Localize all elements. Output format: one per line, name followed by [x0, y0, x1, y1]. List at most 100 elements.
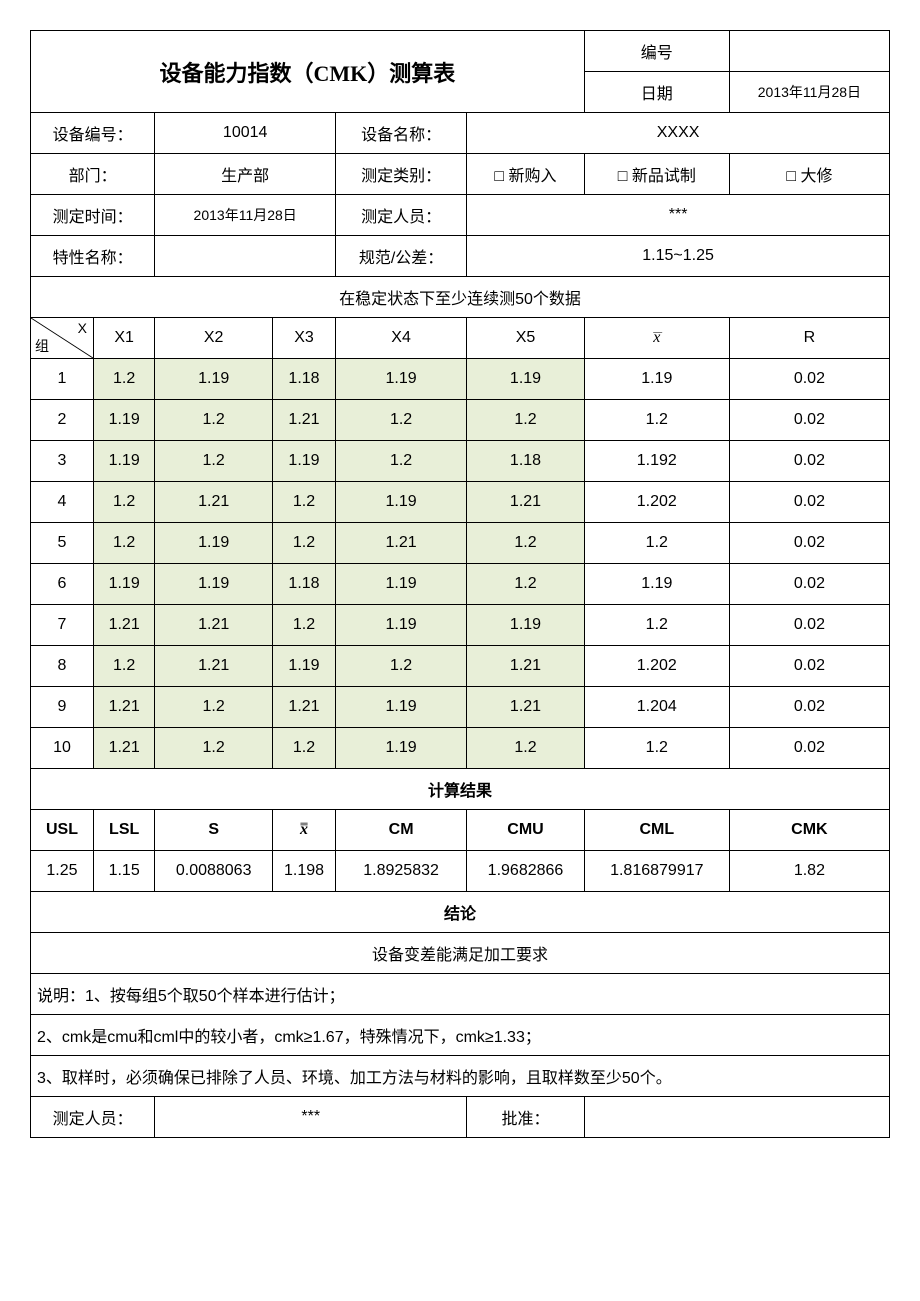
col-x4: X4	[336, 318, 467, 359]
cell-x5: 1.2	[467, 728, 585, 769]
footer-approve-label: 批准：	[467, 1097, 585, 1138]
footer-approve-value	[584, 1097, 889, 1138]
cmk-table: 设备能力指数（CMK）测算表 编号 日期 2013年11月28日 设备编号： 1…	[30, 30, 890, 1138]
meas-type-label: 测定类别：	[336, 154, 467, 195]
cell-x1: 1.2	[93, 523, 154, 564]
cell-x2: 1.19	[155, 523, 273, 564]
val-usl: 1.25	[31, 851, 94, 892]
cell-xb: 1.204	[584, 687, 729, 728]
opt-new: □ 新购入	[467, 154, 585, 195]
cell-r: 0.02	[729, 728, 889, 769]
cell-x4: 1.19	[336, 482, 467, 523]
hdr-usl: USL	[31, 810, 94, 851]
char-name	[155, 236, 336, 277]
cell-x5: 1.2	[467, 564, 585, 605]
cell-x4: 1.19	[336, 728, 467, 769]
cell-x4: 1.21	[336, 523, 467, 564]
serial-label: 编号	[584, 31, 729, 72]
cell-xb: 1.2	[584, 400, 729, 441]
cell-r: 0.02	[729, 687, 889, 728]
col-r: R	[729, 318, 889, 359]
cell-x4: 1.2	[336, 646, 467, 687]
meas-time-label: 测定时间：	[31, 195, 155, 236]
footer-meas-value: ***	[155, 1097, 467, 1138]
hdr-xbb: ═x	[272, 810, 335, 851]
cell-x5: 1.21	[467, 646, 585, 687]
cell-x3: 1.2	[272, 523, 335, 564]
table-row: 21.191.21.211.21.21.20.02	[31, 400, 890, 441]
spec-label: 规范/公差：	[336, 236, 467, 277]
col-x3: X3	[272, 318, 335, 359]
cell-x2: 1.21	[155, 482, 273, 523]
note-3: 3、取样时，必须确保已排除了人员、环境、加工方法与材料的影响，且取样数至少50个…	[31, 1056, 890, 1097]
hdr-cmu: CMU	[467, 810, 585, 851]
hdr-cm: CM	[336, 810, 467, 851]
hdr-lsl: LSL	[93, 810, 154, 851]
cell-x2: 1.2	[155, 441, 273, 482]
cell-x5: 1.2	[467, 523, 585, 564]
col-xbar: —x	[584, 318, 729, 359]
meas-person: ***	[467, 195, 890, 236]
device-no-label: 设备编号：	[31, 113, 155, 154]
diag-bottom: 组	[35, 336, 49, 356]
meas-time: 2013年11月28日	[155, 195, 336, 236]
val-cmk: 1.82	[729, 851, 889, 892]
val-lsl: 1.15	[93, 851, 154, 892]
table-row: 11.21.191.181.191.191.190.02	[31, 359, 890, 400]
cell-x3: 1.2	[272, 605, 335, 646]
val-cml: 1.816879917	[584, 851, 729, 892]
table-row: 41.21.211.21.191.211.2020.02	[31, 482, 890, 523]
val-s: 0.0088063	[155, 851, 273, 892]
cell-r: 0.02	[729, 564, 889, 605]
conclusion-banner: 结论	[31, 892, 890, 933]
cell-x2: 1.19	[155, 564, 273, 605]
cell-xb: 1.2	[584, 523, 729, 564]
cell-xb: 1.202	[584, 646, 729, 687]
cell-g: 2	[31, 400, 94, 441]
cell-x2: 1.21	[155, 646, 273, 687]
cell-g: 3	[31, 441, 94, 482]
cell-x1: 1.19	[93, 441, 154, 482]
data-banner: 在稳定状态下至少连续测50个数据	[31, 277, 890, 318]
cell-x5: 1.19	[467, 359, 585, 400]
table-row: 31.191.21.191.21.181.1920.02	[31, 441, 890, 482]
cell-x5: 1.19	[467, 605, 585, 646]
device-no: 10014	[155, 113, 336, 154]
cell-g: 7	[31, 605, 94, 646]
cell-x4: 1.2	[336, 441, 467, 482]
cell-xb: 1.19	[584, 359, 729, 400]
cell-x3: 1.18	[272, 564, 335, 605]
cell-r: 0.02	[729, 441, 889, 482]
table-row: 101.211.21.21.191.21.20.02	[31, 728, 890, 769]
table-row: 61.191.191.181.191.21.190.02	[31, 564, 890, 605]
cell-g: 9	[31, 687, 94, 728]
cell-x4: 1.19	[336, 605, 467, 646]
device-name: XXXX	[467, 113, 890, 154]
cell-x3: 1.18	[272, 359, 335, 400]
note-1: 说明：1、按每组5个取50个样本进行估计；	[31, 974, 890, 1015]
cell-x1: 1.19	[93, 400, 154, 441]
footer-meas-label: 测定人员：	[31, 1097, 155, 1138]
char-name-label: 特性名称：	[31, 236, 155, 277]
cell-r: 0.02	[729, 400, 889, 441]
val-xbb: 1.198	[272, 851, 335, 892]
cell-x1: 1.2	[93, 646, 154, 687]
cell-xb: 1.2	[584, 605, 729, 646]
spec-value: 1.15~1.25	[467, 236, 890, 277]
serial-value	[729, 31, 889, 72]
device-name-label: 设备名称：	[336, 113, 467, 154]
dept-label: 部门：	[31, 154, 155, 195]
cell-x1: 1.21	[93, 605, 154, 646]
cell-x3: 1.19	[272, 646, 335, 687]
cell-r: 0.02	[729, 482, 889, 523]
cell-x5: 1.21	[467, 687, 585, 728]
cell-x5: 1.2	[467, 400, 585, 441]
table-row: 71.211.211.21.191.191.20.02	[31, 605, 890, 646]
date-label: 日期	[584, 72, 729, 113]
cell-x5: 1.21	[467, 482, 585, 523]
table-row: 91.211.21.211.191.211.2040.02	[31, 687, 890, 728]
hdr-s: S	[155, 810, 273, 851]
conclusion: 设备变差能满足加工要求	[31, 933, 890, 974]
cell-x3: 1.2	[272, 728, 335, 769]
cell-x3: 1.19	[272, 441, 335, 482]
